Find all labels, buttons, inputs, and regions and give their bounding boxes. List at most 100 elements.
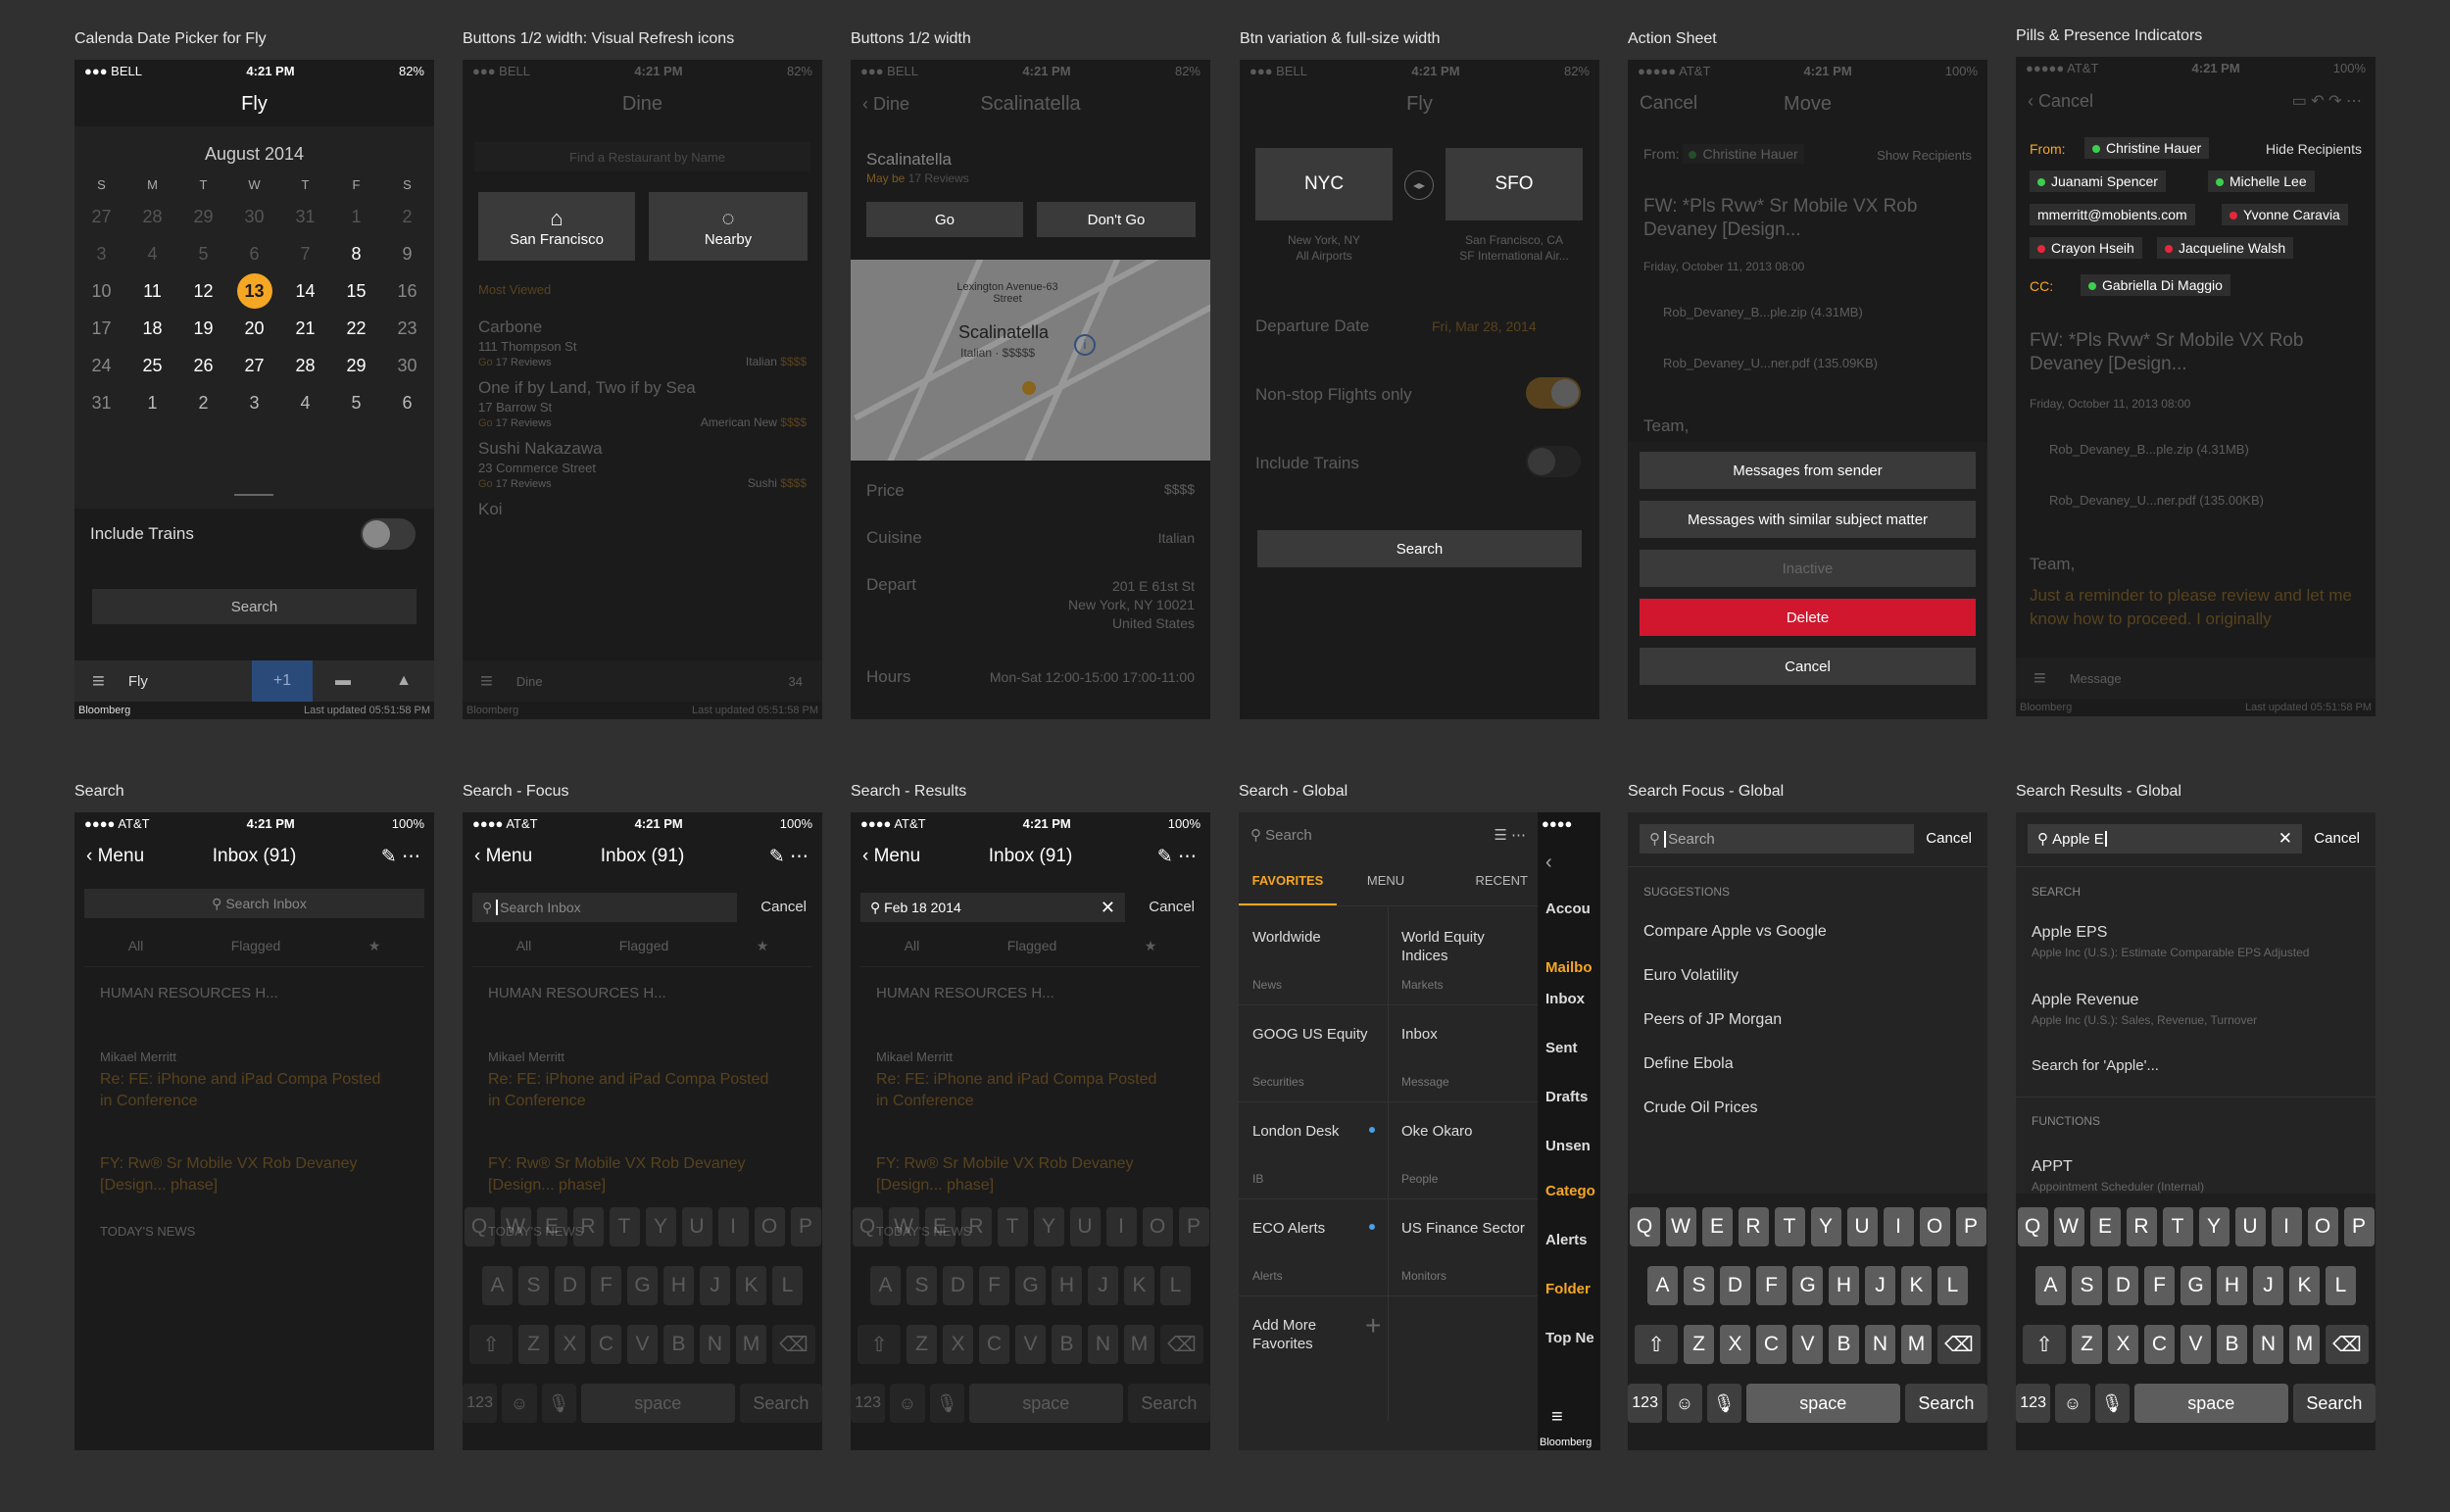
backspace-key[interactable]: ⌫ bbox=[1937, 1325, 1981, 1364]
key[interactable]: Q bbox=[2017, 1207, 2048, 1246]
key[interactable]: Q bbox=[852, 1207, 883, 1246]
space-key[interactable]: space bbox=[968, 1384, 1123, 1423]
calendar-day[interactable]: 16 bbox=[382, 272, 433, 310]
shift-key[interactable]: ⇧ bbox=[2023, 1325, 2066, 1364]
cancel-link[interactable]: Cancel bbox=[1640, 93, 1697, 115]
mail-item[interactable]: HUMAN RESOURCES H... bbox=[100, 985, 278, 1001]
include-trains-toggle[interactable] bbox=[1526, 446, 1581, 477]
key[interactable]: J bbox=[700, 1266, 730, 1305]
drag-handle[interactable] bbox=[234, 494, 273, 496]
side-item[interactable]: Top Ne bbox=[1545, 1330, 1594, 1346]
key[interactable]: G bbox=[1015, 1266, 1046, 1305]
global-search-input[interactable]: ⚲ Apple E ✕ bbox=[2028, 824, 2302, 854]
restaurant-name[interactable]: Carbone bbox=[478, 317, 542, 337]
mail-item[interactable]: HUMAN RESOURCES H... bbox=[488, 985, 666, 1001]
favorite-item[interactable]: ECO Alerts bbox=[1252, 1219, 1378, 1238]
back-menu-button[interactable]: ‹ Menu bbox=[86, 846, 144, 867]
function-item[interactable]: APPT bbox=[2032, 1158, 2073, 1176]
backspace-key[interactable]: ⌫ bbox=[772, 1325, 815, 1364]
mail-item[interactable]: Re: FE: iPhone and iPad Compa Posted in … bbox=[876, 1069, 1171, 1112]
key[interactable]: T bbox=[609, 1207, 640, 1246]
key[interactable]: T bbox=[1774, 1207, 1805, 1246]
calendar-day[interactable]: 2 bbox=[178, 384, 229, 421]
from-airport-button[interactable]: NYC bbox=[1255, 148, 1393, 220]
calendar-day[interactable]: 29 bbox=[331, 347, 382, 384]
to-airport-button[interactable]: SFO bbox=[1446, 148, 1583, 220]
pill-recipient[interactable]: Crayon Hseih bbox=[2030, 237, 2142, 259]
key[interactable]: Q bbox=[1629, 1207, 1660, 1246]
key[interactable]: D bbox=[943, 1266, 973, 1305]
calendar-day[interactable]: 17 bbox=[76, 310, 127, 347]
key[interactable]: N bbox=[1088, 1325, 1118, 1364]
key[interactable]: M bbox=[1124, 1325, 1154, 1364]
key[interactable]: V bbox=[2180, 1325, 2211, 1364]
key[interactable]: T bbox=[2162, 1207, 2193, 1246]
key[interactable]: Y bbox=[645, 1207, 676, 1246]
inbox-tab[interactable]: Flagged bbox=[619, 938, 669, 966]
key[interactable]: G bbox=[1792, 1266, 1823, 1305]
key[interactable]: A bbox=[1647, 1266, 1678, 1305]
calendar-day[interactable]: 20 bbox=[229, 310, 280, 347]
similar-subject-button[interactable]: Messages with similar subject matter bbox=[1640, 501, 1976, 538]
search-key[interactable]: Search bbox=[739, 1384, 822, 1423]
key[interactable]: Z bbox=[2072, 1325, 2102, 1364]
key[interactable]: K bbox=[736, 1266, 766, 1305]
calendar-day[interactable]: 11 bbox=[127, 272, 178, 310]
calendar-day[interactable]: 21 bbox=[280, 310, 331, 347]
key[interactable]: N bbox=[2253, 1325, 2283, 1364]
backspace-key[interactable]: ⌫ bbox=[1160, 1325, 1203, 1364]
key[interactable]: I bbox=[1105, 1207, 1137, 1246]
key[interactable]: M bbox=[736, 1325, 766, 1364]
back-button[interactable]: ‹ Dine bbox=[862, 94, 909, 115]
emoji-icon[interactable]: ☺ bbox=[890, 1384, 925, 1423]
inbox-tab[interactable]: All bbox=[905, 938, 920, 966]
pill-from[interactable]: Christine Hauer bbox=[2084, 137, 2210, 159]
side-item[interactable]: Unsen bbox=[1545, 1138, 1591, 1154]
key[interactable]: R bbox=[2126, 1207, 2157, 1246]
key[interactable]: C bbox=[2144, 1325, 2175, 1364]
search-inbox-input[interactable]: ⚲ Search Inbox bbox=[84, 889, 424, 918]
pill-recipient[interactable]: Juanami Spencer bbox=[2030, 171, 2166, 192]
calendar-day[interactable]: 5 bbox=[331, 384, 382, 421]
compose-and-more-icons[interactable]: ✎ ⋯ bbox=[1157, 846, 1197, 868]
chat-icon[interactable]: ▬ bbox=[313, 672, 373, 690]
key[interactable]: Z bbox=[518, 1325, 549, 1364]
key[interactable]: L bbox=[1160, 1266, 1191, 1305]
bell-icon[interactable]: ▲ bbox=[373, 672, 434, 690]
shift-key[interactable]: ⇧ bbox=[469, 1325, 513, 1364]
numbers-key[interactable]: 123 bbox=[851, 1384, 886, 1423]
key[interactable]: T bbox=[997, 1207, 1028, 1246]
calendar-day[interactable]: 14 bbox=[280, 272, 331, 310]
key[interactable]: B bbox=[2217, 1325, 2247, 1364]
key[interactable]: V bbox=[627, 1325, 658, 1364]
key[interactable]: H bbox=[1052, 1266, 1082, 1305]
key[interactable]: F bbox=[979, 1266, 1009, 1305]
key[interactable]: X bbox=[943, 1325, 973, 1364]
find-restaurant-input[interactable]: Find a Restaurant by Name bbox=[474, 142, 810, 171]
side-item[interactable]: Inbox bbox=[1545, 991, 1585, 1007]
delete-button[interactable]: Delete bbox=[1640, 599, 1976, 636]
key[interactable]: Y bbox=[1810, 1207, 1841, 1246]
favorite-item[interactable]: Inbox bbox=[1401, 1025, 1527, 1044]
search-inbox-input[interactable]: ⚲ Search Inbox bbox=[472, 893, 737, 922]
calendar-day[interactable]: 3 bbox=[229, 384, 280, 421]
key[interactable]: D bbox=[1720, 1266, 1750, 1305]
mail-item[interactable]: FY: Rw® Sr Mobile VX Rob Devaney [Design… bbox=[488, 1153, 783, 1196]
search-key[interactable]: Search bbox=[1127, 1384, 1210, 1423]
hide-recipients-link[interactable]: Hide Recipients bbox=[2266, 141, 2362, 157]
search-for-link[interactable]: Search for 'Apple'... bbox=[2032, 1057, 2159, 1074]
key[interactable]: H bbox=[2217, 1266, 2247, 1305]
side-item[interactable]: Alerts bbox=[1545, 1232, 1588, 1248]
favorite-item[interactable]: World Equity Indices bbox=[1401, 928, 1527, 965]
restaurant-name[interactable]: Koi bbox=[478, 500, 503, 519]
key[interactable]: C bbox=[1756, 1325, 1787, 1364]
pill-recipient[interactable]: Yvonne Caravia bbox=[2222, 204, 2348, 225]
numbers-key[interactable]: 123 bbox=[463, 1384, 498, 1423]
calendar-day[interactable]: 31 bbox=[280, 198, 331, 235]
key[interactable]: E bbox=[536, 1207, 567, 1246]
calendar-day[interactable]: 25 bbox=[127, 347, 178, 384]
result-item[interactable]: Apple Revenue bbox=[2032, 992, 2138, 1009]
key[interactable]: M bbox=[2289, 1325, 2320, 1364]
cancel-button[interactable]: Cancel bbox=[2314, 830, 2360, 847]
key[interactable]: P bbox=[790, 1207, 821, 1246]
